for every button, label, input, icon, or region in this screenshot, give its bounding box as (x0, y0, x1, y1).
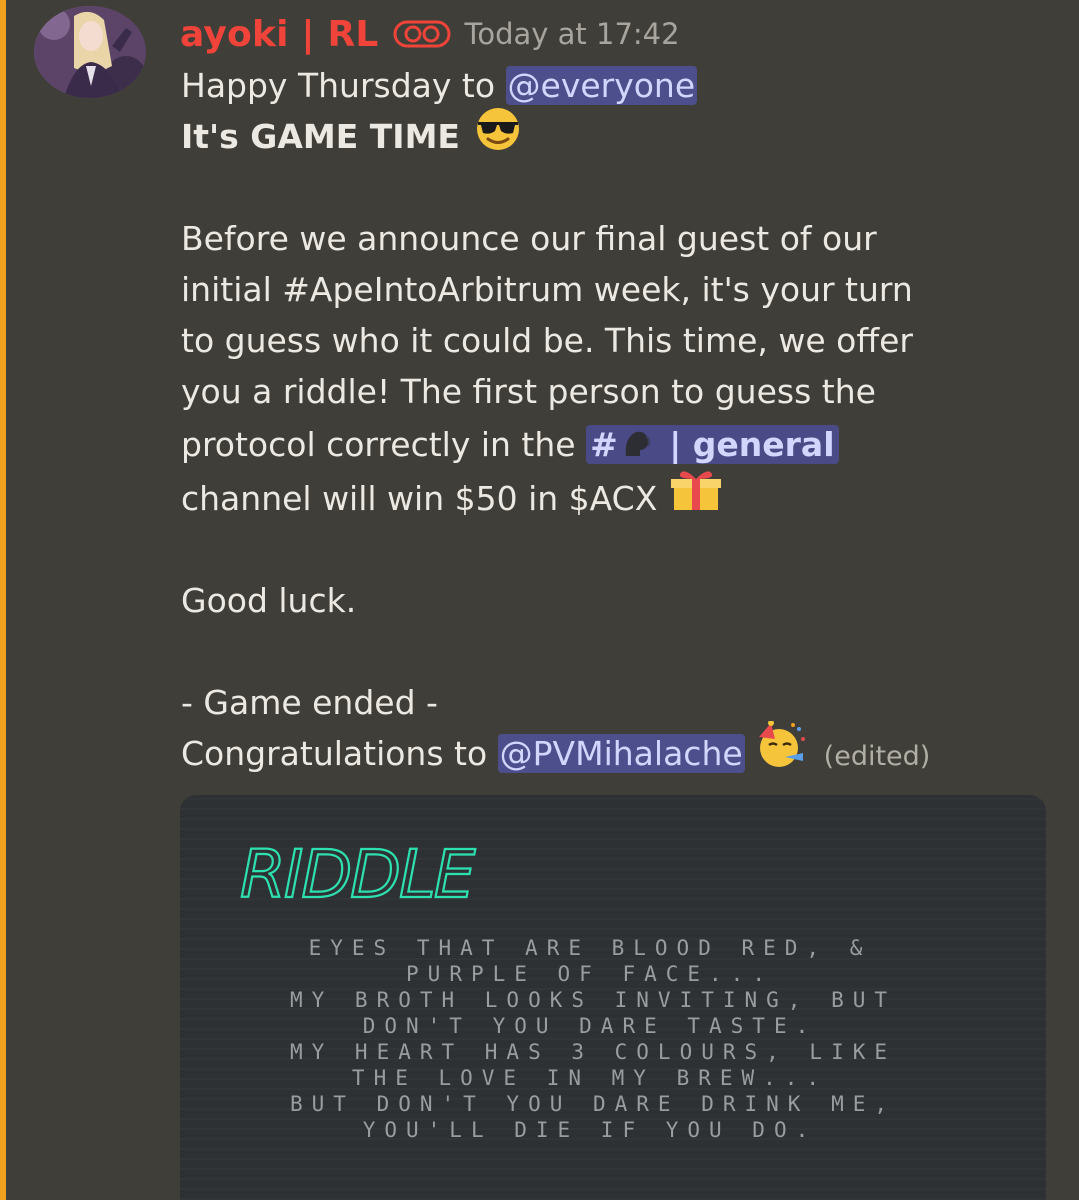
chat-message-view: ayoki | RL Today at 17:42 Happy Thursday… (0, 0, 1079, 1200)
speaking-head-icon (620, 419, 654, 475)
congrats-line: Congratulations to @PVMihalache (edited) (181, 719, 1061, 779)
riddle-image-embed[interactable]: RIDDLE EYES THAT ARE BLOOD RED, & PURPLE… (180, 795, 1046, 1200)
riddle-line: MY BROTH LOOKS INVITING, BUT (290, 988, 897, 1012)
riddle-title: RIDDLE (239, 835, 479, 914)
riddle-line: THE LOVE IN MY BREW... (351, 1066, 829, 1090)
game-ended-line: - Game ended - (181, 683, 438, 722)
sunglasses-emoji-icon (470, 105, 526, 165)
congrats-text: Congratulations to (181, 734, 498, 773)
gift-emoji-icon (668, 468, 724, 526)
greeting-line: Happy Thursday to @everyone (181, 60, 1061, 111)
paragraph-line: Before we announce our final guest of ou… (181, 219, 877, 258)
riddle-line: DON'T YOU DARE TASTE. (362, 1014, 818, 1038)
channel-name: general (692, 425, 835, 464)
channel-hash: # (590, 425, 618, 464)
riddle-title-text: RIDDLE (240, 836, 476, 913)
paragraph-line: you a riddle! The first person to guess … (181, 372, 876, 411)
avatar[interactable] (34, 6, 146, 98)
game-time-text: It's GAME TIME (181, 117, 460, 156)
message-header: ayoki | RL Today at 17:42 (180, 12, 680, 56)
highlight-accent-bar (0, 0, 6, 1200)
everyone-mention[interactable]: @everyone (505, 66, 698, 105)
game-time-line: It's GAME TIME (181, 107, 1061, 162)
riddle-line: BUT DON'T YOU DARE DRINK ME, (290, 1092, 897, 1116)
prize-text: channel will win $50 in $ACX (181, 479, 658, 518)
message-timestamp: Today at 17:42 (464, 17, 680, 51)
channel-mention-general[interactable]: # | general (586, 425, 839, 464)
riddle-line: MY HEART HAS 3 COLOURS, LIKE (290, 1040, 897, 1064)
username[interactable]: ayoki | RL (180, 14, 379, 55)
riddle-line: YOU'LL DIE IF YOU DO. (362, 1118, 818, 1142)
message-content: Happy Thursday to @everyone It's GAME TI… (181, 60, 1061, 779)
riddle-line: EYES THAT ARE BLOOD RED, & (308, 936, 872, 960)
channel-separator: | (669, 425, 682, 464)
paragraph-line: initial #ApeIntoArbitrum week, it's your… (181, 270, 913, 309)
good-luck-line: Good luck. (181, 581, 357, 620)
user-mention[interactable]: @PVMihalache (497, 734, 745, 773)
riddle-text-block: EYES THAT ARE BLOOD RED, & PURPLE OF FAC… (290, 935, 890, 1143)
protocol-line: protocol correctly in the # | general (181, 417, 1061, 473)
prize-line: channel will win $50 in $ACX (181, 470, 1061, 524)
party-face-emoji-icon (749, 719, 809, 783)
glasses-role-icon[interactable] (393, 19, 451, 49)
riddle-line: PURPLE OF FACE... (406, 962, 774, 986)
greeting-text: Happy Thursday to (181, 66, 506, 105)
protocol-text: protocol correctly in the (181, 425, 587, 464)
paragraph-line: to guess who it could be. This time, we … (181, 321, 913, 360)
edited-label: (edited) (823, 741, 931, 772)
